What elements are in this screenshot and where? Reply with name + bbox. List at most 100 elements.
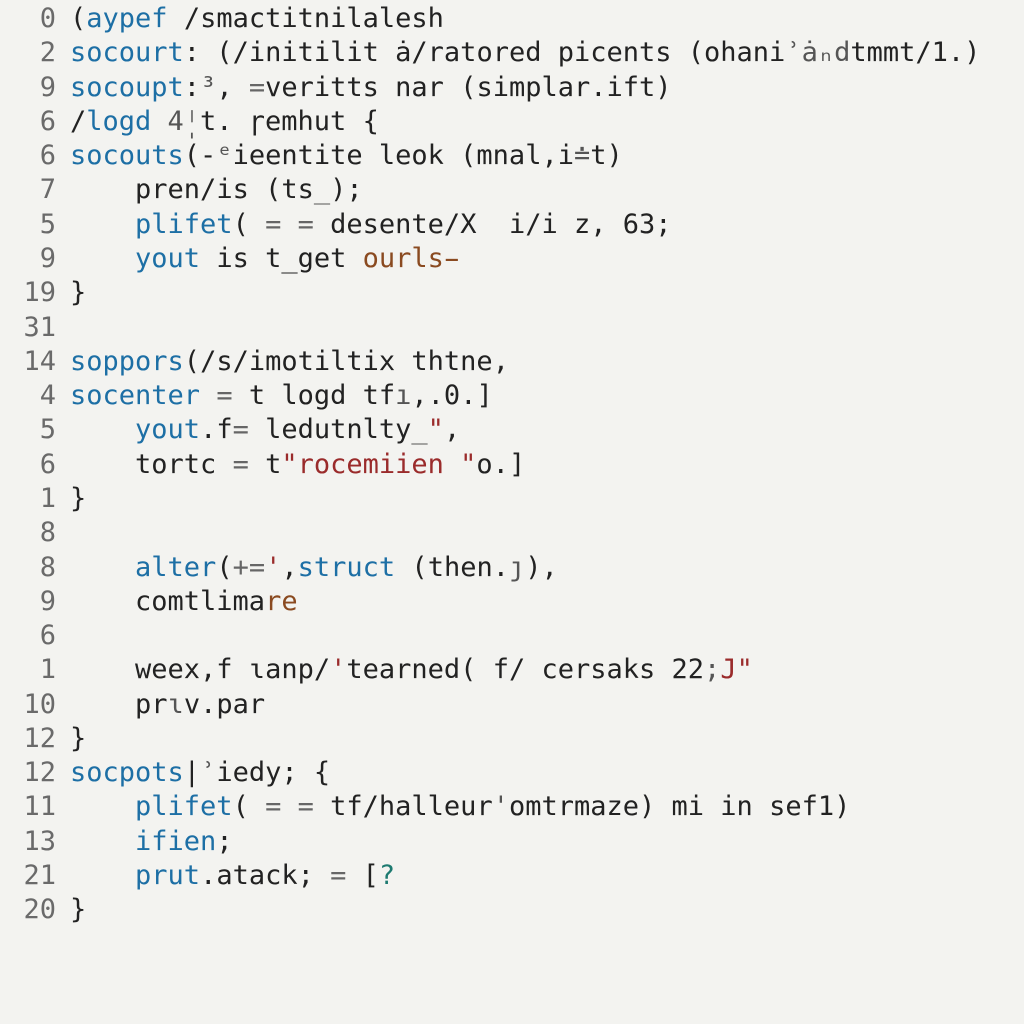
- token-id: initilit ȧ: [249, 37, 412, 68]
- code-line[interactable]: 8: [4, 516, 1024, 550]
- code-content[interactable]: tortc = t"rocemiien "o.]: [70, 448, 1024, 482]
- token-par: }: [70, 723, 86, 754]
- code-content[interactable]: }: [70, 893, 1024, 927]
- code-line[interactable]: 11 plifet( = = tf/halleur'omtrmaze) mi i…: [4, 790, 1024, 824]
- code-line[interactable]: 13 ifien;: [4, 825, 1024, 859]
- token-kw: ifien: [135, 826, 216, 857]
- code-line[interactable]: 6/logd 4̩ᛌt. ɼemhut {: [4, 105, 1024, 139]
- token-str: ': [265, 552, 281, 583]
- token-par: (: [411, 552, 427, 583]
- code-line[interactable]: 12socpots|ʾiedy; {: [4, 756, 1024, 790]
- line-number: 8: [4, 516, 70, 550]
- code-line[interactable]: 6socouts(-ᵉieentite leok (mnal,i≐t): [4, 139, 1024, 173]
- code-content[interactable]: yout.f= ledutnlty_",: [70, 413, 1024, 447]
- code-content[interactable]: ifien;: [70, 825, 1024, 859]
- token-slash: /: [200, 346, 216, 377]
- code-content[interactable]: soppors(/s/imotiltix thtne,: [70, 345, 1024, 379]
- code-line[interactable]: 31: [4, 311, 1024, 345]
- token-par: ): [834, 791, 850, 822]
- token-op: =: [233, 449, 266, 480]
- code-content[interactable]: prut.atack; = [?: [70, 859, 1024, 893]
- token-id: mnal,i: [476, 140, 574, 171]
- token-par: : (: [184, 37, 233, 68]
- line-number: 31: [4, 311, 70, 345]
- code-line[interactable]: 9 yout is t_get ourls̵: [4, 242, 1024, 276]
- code-content[interactable]: prɩv.par: [70, 688, 1024, 722]
- code-line[interactable]: 1 weex,f ɩanp/'tearned( f/ cersaks 22;J": [4, 653, 1024, 687]
- code-line[interactable]: 21 prut.atack; = [?: [4, 859, 1024, 893]
- code-content[interactable]: yout is t_get ourls̵: [70, 242, 1024, 276]
- code-content[interactable]: socourt: (/initilit ȧ/ratored picents (o…: [70, 36, 1024, 70]
- token-id: tmmt: [850, 37, 915, 68]
- token-par: (: [216, 552, 232, 583]
- code-content[interactable]: alter(+=',struct (then.ȷ),: [70, 551, 1024, 585]
- code-line[interactable]: 8 alter(+=',struct (then.ȷ),: [4, 551, 1024, 585]
- code-line[interactable]: 0(aypef /smactitnilalesh: [4, 2, 1024, 36]
- token-id: f: [476, 654, 509, 685]
- code-content[interactable]: plifet( = = desente/X i/i z, 63;: [70, 208, 1024, 242]
- code-content[interactable]: socoupt:³, =veritts nar (simplar.ift): [70, 71, 1024, 105]
- code-content[interactable]: pren/is (ts_);: [70, 173, 1024, 207]
- code-line[interactable]: 9 comtlimare: [4, 585, 1024, 619]
- token-id: simplar.ift: [476, 72, 655, 103]
- code-content[interactable]: weex,f ɩanp/'tearned( f/ cersaks 22;J": [70, 653, 1024, 687]
- code-content[interactable]: socpots|ʾiedy; {: [70, 756, 1024, 790]
- code-line[interactable]: 9socoupt:³, =veritts nar (simplar.ift): [4, 71, 1024, 105]
- code-line[interactable]: 14soppors(/s/imotiltix thtne,: [4, 345, 1024, 379]
- token-id: [70, 791, 135, 822]
- code-line[interactable]: 19}: [4, 276, 1024, 310]
- token-teal: ?: [379, 860, 395, 891]
- token-par: }: [70, 483, 86, 514]
- token-kw: yout: [135, 414, 200, 445]
- code-line[interactable]: 2socourt: (/initilit ȧ/ratored picents (…: [4, 36, 1024, 70]
- code-line[interactable]: 1}: [4, 482, 1024, 516]
- line-number: 1: [4, 653, 70, 687]
- token-par: (: [184, 346, 200, 377]
- token-id: [70, 209, 135, 240]
- code-content[interactable]: (aypef /smactitnilalesh: [70, 2, 1024, 36]
- token-id: veritts nar: [265, 72, 460, 103]
- line-number: 6: [4, 139, 70, 173]
- token-slash: /: [70, 106, 86, 137]
- code-content[interactable]: /logd 4̩ᛌt. ɼemhut {: [70, 105, 1024, 139]
- token-par: ;: [655, 209, 671, 240]
- token-id: ratored picents: [428, 37, 688, 68]
- code-content[interactable]: comtlimare: [70, 585, 1024, 619]
- code-line[interactable]: 10 prɩv.par: [4, 688, 1024, 722]
- token-id: .atack;: [200, 860, 330, 891]
- code-line[interactable]: 12}: [4, 722, 1024, 756]
- code-content[interactable]: socouts(-ᵉieentite leok (mnal,i≐t): [70, 139, 1024, 173]
- token-id: ohani: [704, 37, 785, 68]
- code-line[interactable]: 5 plifet( = = desente/X i/i z, 63;: [4, 208, 1024, 242]
- code-content[interactable]: socenter = t logd tfı,.0.]: [70, 379, 1024, 413]
- token-op: =: [249, 72, 265, 103]
- token-slash: /: [200, 174, 216, 205]
- code-content[interactable]: }: [70, 722, 1024, 756]
- token-kw: plifet: [135, 209, 233, 240]
- token-kw: aypef: [86, 3, 184, 34]
- code-line[interactable]: 5 yout.f= ledutnlty_",: [4, 413, 1024, 447]
- token-id: mi in sef1: [672, 791, 835, 822]
- code-line[interactable]: 6: [4, 619, 1024, 653]
- token-slash: /: [314, 654, 330, 685]
- code-content[interactable]: }: [70, 276, 1024, 310]
- code-line[interactable]: 6 tortc = t"rocemiien "o.]: [4, 448, 1024, 482]
- code-line[interactable]: 20}: [4, 893, 1024, 927]
- code-line[interactable]: 4socenter = t logd tfı,.0.]: [4, 379, 1024, 413]
- code-line[interactable]: 7 pren/is (ts_);: [4, 173, 1024, 207]
- token-id: [70, 243, 135, 274]
- token-id: i z,: [541, 209, 622, 240]
- token-id: t: [590, 140, 606, 171]
- token-grey: ȷ: [509, 552, 525, 583]
- code-editor[interactable]: 0(aypef /smactitnilalesh2socourt: (/init…: [0, 0, 1024, 928]
- token-id: pren: [70, 174, 200, 205]
- token-grey: ʾȧₙd: [785, 37, 850, 68]
- token-grey: _: [314, 174, 330, 205]
- token-slash: /: [184, 3, 200, 34]
- token-id: is t_get: [200, 243, 363, 274]
- token-id: v.par: [184, 689, 265, 720]
- token-id: comtlima: [70, 586, 265, 617]
- code-content[interactable]: plifet( = = tf/halleur'omtrmaze) mi in s…: [70, 790, 1024, 824]
- code-content[interactable]: }: [70, 482, 1024, 516]
- token-grey: ᵉ: [216, 140, 232, 171]
